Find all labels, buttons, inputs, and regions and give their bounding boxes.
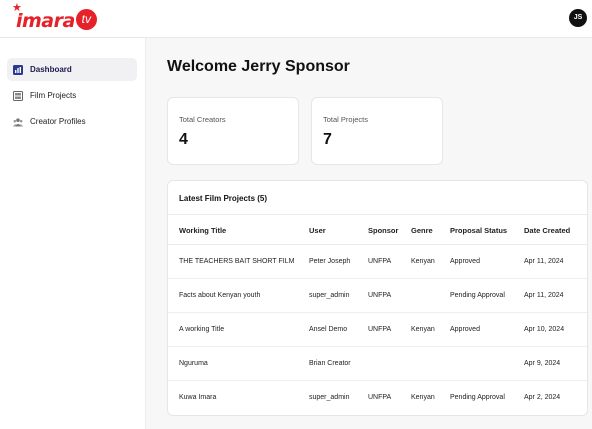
sidebar-item-dashboard[interactable]: Dashboard xyxy=(7,58,137,81)
cell-working-title: A working Title xyxy=(179,326,225,333)
cell-date-created: Apr 11, 2024 xyxy=(524,258,564,265)
stat-value: 7 xyxy=(323,131,332,148)
sidebar-item-label: Film Projects xyxy=(30,91,77,100)
cell-user: Ansel Demo xyxy=(309,326,348,333)
imara-tv-logo[interactable]: ★ imara tv xyxy=(12,3,97,35)
page-title: Welcome Jerry Sponsor xyxy=(167,58,350,75)
cell-genre: Kenyan xyxy=(411,258,435,265)
column-header-working-title: Working Title xyxy=(179,226,227,235)
sidebar-item-film-projects[interactable]: Film Projects xyxy=(7,84,137,107)
film-icon xyxy=(13,90,23,101)
stat-label: Total Creators xyxy=(179,115,226,124)
stat-label: Total Projects xyxy=(323,115,369,124)
cell-user: super_admin xyxy=(309,394,350,401)
cell-working-title: Facts about Kenyan youth xyxy=(179,292,261,299)
table-title: Latest Film Projects (5) xyxy=(179,194,268,203)
sidebar-item-creator-profiles[interactable]: Creator Profiles xyxy=(7,110,137,133)
cell-genre: Kenyan xyxy=(411,394,435,401)
users-icon xyxy=(13,117,23,127)
cell-sponsor: UNFPA xyxy=(368,258,392,265)
sidebar: Dashboard Film Projects Creator Profiles xyxy=(0,38,146,429)
table-row[interactable]: Kuwa Imara super_admin UNFPA Kenyan Pend… xyxy=(168,381,587,415)
latest-projects-table: Latest Film Projects (5) Working Title U… xyxy=(167,180,588,416)
top-bar: ★ imara tv JS xyxy=(0,0,592,38)
cell-date-created: Apr 9, 2024 xyxy=(524,360,561,367)
logo-badge: tv xyxy=(75,8,97,30)
star-icon: ★ xyxy=(12,2,22,14)
column-header-date-created: Date Created xyxy=(524,226,571,235)
column-header-genre: Genre xyxy=(411,226,433,235)
sidebar-item-label: Creator Profiles xyxy=(30,117,86,126)
cell-working-title: THE TEACHERS BAIT SHORT FILM xyxy=(179,258,295,265)
stat-card-total-projects: Total Projects 7 xyxy=(311,97,443,165)
user-avatar[interactable]: JS xyxy=(569,9,587,27)
cell-working-title: Nguruma xyxy=(179,360,208,367)
cell-proposal-status: Pending Approval xyxy=(450,394,505,401)
table-header: Working Title User Sponsor Genre Proposa… xyxy=(168,214,587,245)
cell-sponsor: UNFPA xyxy=(368,326,392,333)
cell-user: Brian Creator xyxy=(309,360,351,367)
cell-user: super_admin xyxy=(309,292,350,299)
table-row[interactable]: A working Title Ansel Demo UNFPA Kenyan … xyxy=(168,313,587,347)
stat-card-total-creators: Total Creators 4 xyxy=(167,97,299,165)
column-header-proposal-status: Proposal Status xyxy=(450,226,508,235)
sidebar-item-label: Dashboard xyxy=(30,65,72,74)
cell-sponsor: UNFPA xyxy=(368,394,392,401)
cell-proposal-status: Pending Approval xyxy=(450,292,505,299)
table-row[interactable]: Facts about Kenyan youth super_admin UNF… xyxy=(168,279,587,313)
column-header-sponsor: Sponsor xyxy=(368,226,399,235)
column-header-user: User xyxy=(309,226,326,235)
cell-genre: Kenyan xyxy=(411,326,435,333)
stat-value: 4 xyxy=(179,131,188,148)
cell-proposal-status: Approved xyxy=(450,326,480,333)
cell-working-title: Kuwa Imara xyxy=(179,394,217,401)
cell-date-created: Apr 10, 2024 xyxy=(524,326,565,333)
table-row[interactable]: Nguruma Brian Creator Apr 9, 2024 xyxy=(168,347,587,381)
cell-proposal-status: Approved xyxy=(450,258,480,265)
bar-chart-icon xyxy=(13,64,23,75)
cell-sponsor: UNFPA xyxy=(368,292,392,299)
cell-date-created: Apr 11, 2024 xyxy=(524,292,564,299)
cell-date-created: Apr 2, 2024 xyxy=(524,394,561,401)
table-row[interactable]: THE TEACHERS BAIT SHORT FILM Peter Josep… xyxy=(168,245,587,279)
cell-user: Peter Joseph xyxy=(309,258,351,265)
